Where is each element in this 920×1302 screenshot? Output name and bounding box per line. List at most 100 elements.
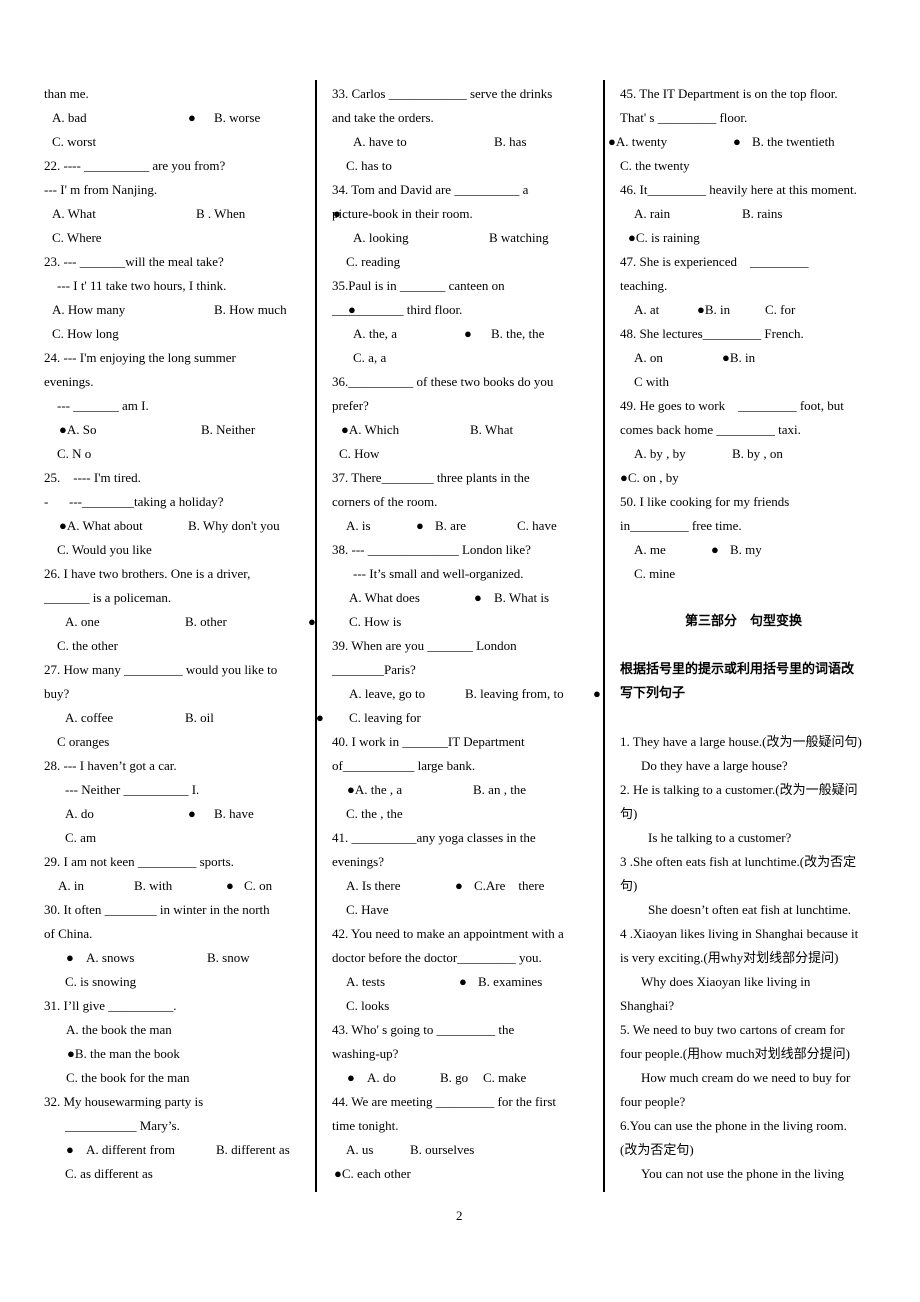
text-line: corners of the room. (332, 494, 438, 509)
section-heading: 第三部分 句型变换 (685, 614, 803, 629)
text-line: washing-up? (332, 1046, 399, 1061)
text-line: C. make (483, 1070, 527, 1085)
answer-bullet-icon: ● (733, 134, 741, 149)
text-line: 24. --- I'm enjoying the long summer (44, 350, 236, 365)
text-line: 30. It often ________ in winter in the n… (44, 902, 270, 917)
text-line: A. snows (86, 950, 135, 965)
text-line: You can not use the phone in the living (641, 1166, 845, 1181)
text-line: of China. (44, 926, 93, 941)
text-line: A. leave, go to (349, 686, 426, 701)
text-line: B. How much (214, 302, 287, 317)
text-line: How much cream do we need to buy for (641, 1070, 851, 1085)
column-divider-right (603, 80, 605, 1192)
text-line: A. at (634, 302, 660, 317)
text-line: 32. My housewarming party is (44, 1094, 204, 1109)
text-line: teaching. (620, 278, 668, 293)
text-line: --- It’s small and well-organized. (353, 566, 524, 581)
text-line: --- Neither __________ I. (65, 782, 200, 797)
text-line: C. Would you like (57, 542, 152, 557)
text-line: B. examines (478, 974, 543, 989)
text-line: B. are (435, 518, 467, 533)
text-line: 43. Who' s going to _________ the (332, 1022, 515, 1037)
text-line: B. oil (185, 710, 214, 725)
text-line: 句) (620, 878, 638, 893)
text-line: _______ is a policeman. (44, 590, 172, 605)
text-line: B. by , on (732, 446, 783, 461)
text-line: A. coffee (65, 710, 114, 725)
text-line: 6.You can use the phone in the living ro… (620, 1118, 847, 1133)
text-line: four people? (620, 1094, 686, 1109)
text-line: four people.(用how much对划线部分提问) (620, 1046, 850, 1061)
text-line: C. is snowing (65, 974, 137, 989)
text-line: C. leaving for (349, 710, 421, 725)
text-line: 31. I’ll give __________. (44, 998, 177, 1013)
text-line: B. the twentieth (752, 134, 835, 149)
text-line: B. my (730, 542, 762, 557)
text-line: ________Paris? (332, 662, 416, 677)
text-line: 1. They have a large house.(改为一般疑问句) (620, 734, 862, 749)
text-line: B. ourselves (410, 1142, 475, 1157)
text-line: 41. __________any yoga classes in the (332, 830, 536, 845)
text-line: of___________ large bank. (332, 758, 476, 773)
text-line: picture-book in their room. (332, 206, 473, 221)
answer-bullet-icon: ● (474, 590, 482, 605)
answer-bullet-icon: ● (188, 806, 196, 821)
text-line: ___________ Mary’s. (65, 1118, 180, 1133)
text-line: B. with (134, 878, 173, 893)
text-line: B. What is (494, 590, 550, 605)
text-line: 48. She lectures_________ French. (620, 326, 804, 341)
text-line: 38. --- ______________ London like? (332, 542, 531, 557)
text-line: B. leaving from, to (465, 686, 564, 701)
text-line: C. for (765, 302, 796, 317)
answer-bullet-icon: ● (593, 686, 601, 701)
text-line: C. has to (346, 158, 392, 173)
answer-bullet-icon: ● (308, 614, 316, 629)
text-line: A. me (634, 542, 666, 557)
text-line: C. as different as (65, 1166, 153, 1181)
text-line: A. have to (353, 134, 407, 149)
text-line: B. have (214, 806, 254, 821)
text-line: C. a, a (353, 350, 387, 365)
text-line: evenings. (44, 374, 94, 389)
text-line: 4 .Xiaoyan likes living in Shanghai beca… (620, 926, 859, 941)
text-line: C. How is (349, 614, 402, 629)
text-line: That' s _________ floor. (620, 110, 748, 125)
text-line: 46. It_________ heavily here at this mom… (620, 182, 857, 197)
text-line: B. worse (214, 110, 261, 125)
text-line: 根据括号里的提示或利用括号里的词语改 (620, 662, 855, 677)
text-line: A. rain (634, 206, 671, 221)
answer-bullet-icon: ● (416, 518, 424, 533)
text-line: B. go (440, 1070, 469, 1085)
text-line: ●B. in (697, 302, 731, 317)
text-line: C. looks (346, 998, 390, 1013)
text-line: A. us (346, 1142, 374, 1157)
text-line: prefer? (332, 398, 369, 413)
text-line: A. is (346, 518, 371, 533)
text-line: time tonight. (332, 1118, 399, 1133)
text-line: 33. Carlos ____________ serve the drinks (332, 86, 553, 101)
text-line: 36.__________ of these two books do you (332, 374, 554, 389)
text-line: 44. We are meeting _________ for the fir… (332, 1094, 556, 1109)
text-line: B. the, the (491, 326, 545, 341)
answer-bullet-icon: ● (188, 110, 196, 125)
text-line: C. reading (346, 254, 401, 269)
text-line: ---________taking a holiday? (69, 494, 224, 509)
text-line: A. do (367, 1070, 396, 1085)
text-line: 句) (620, 806, 638, 821)
text-line: 27. How many _________ would you like to (44, 662, 278, 677)
text-line: 47. She is experienced _________ (620, 254, 809, 269)
text-line: Shanghai? (620, 998, 675, 1013)
text-line: (改为否定句) (620, 1142, 694, 1157)
text-line: ●C. on , by (620, 470, 679, 485)
text-line: doctor before the doctor_________ you. (332, 950, 542, 965)
text-line: 42. You need to make an appointment with… (332, 926, 564, 941)
answer-bullet-icon: ● (459, 974, 467, 989)
text-line: 40. I work in _______IT Department (332, 734, 525, 749)
text-line: A. tests (346, 974, 385, 989)
text-line: and take the orders. (332, 110, 434, 125)
text-line: B. an , the (473, 782, 527, 797)
text-line: C. the twenty (620, 158, 690, 173)
text-line: B . When (196, 206, 246, 221)
text-line: ●B. in (722, 350, 756, 365)
text-line: C.Are there (474, 878, 545, 893)
